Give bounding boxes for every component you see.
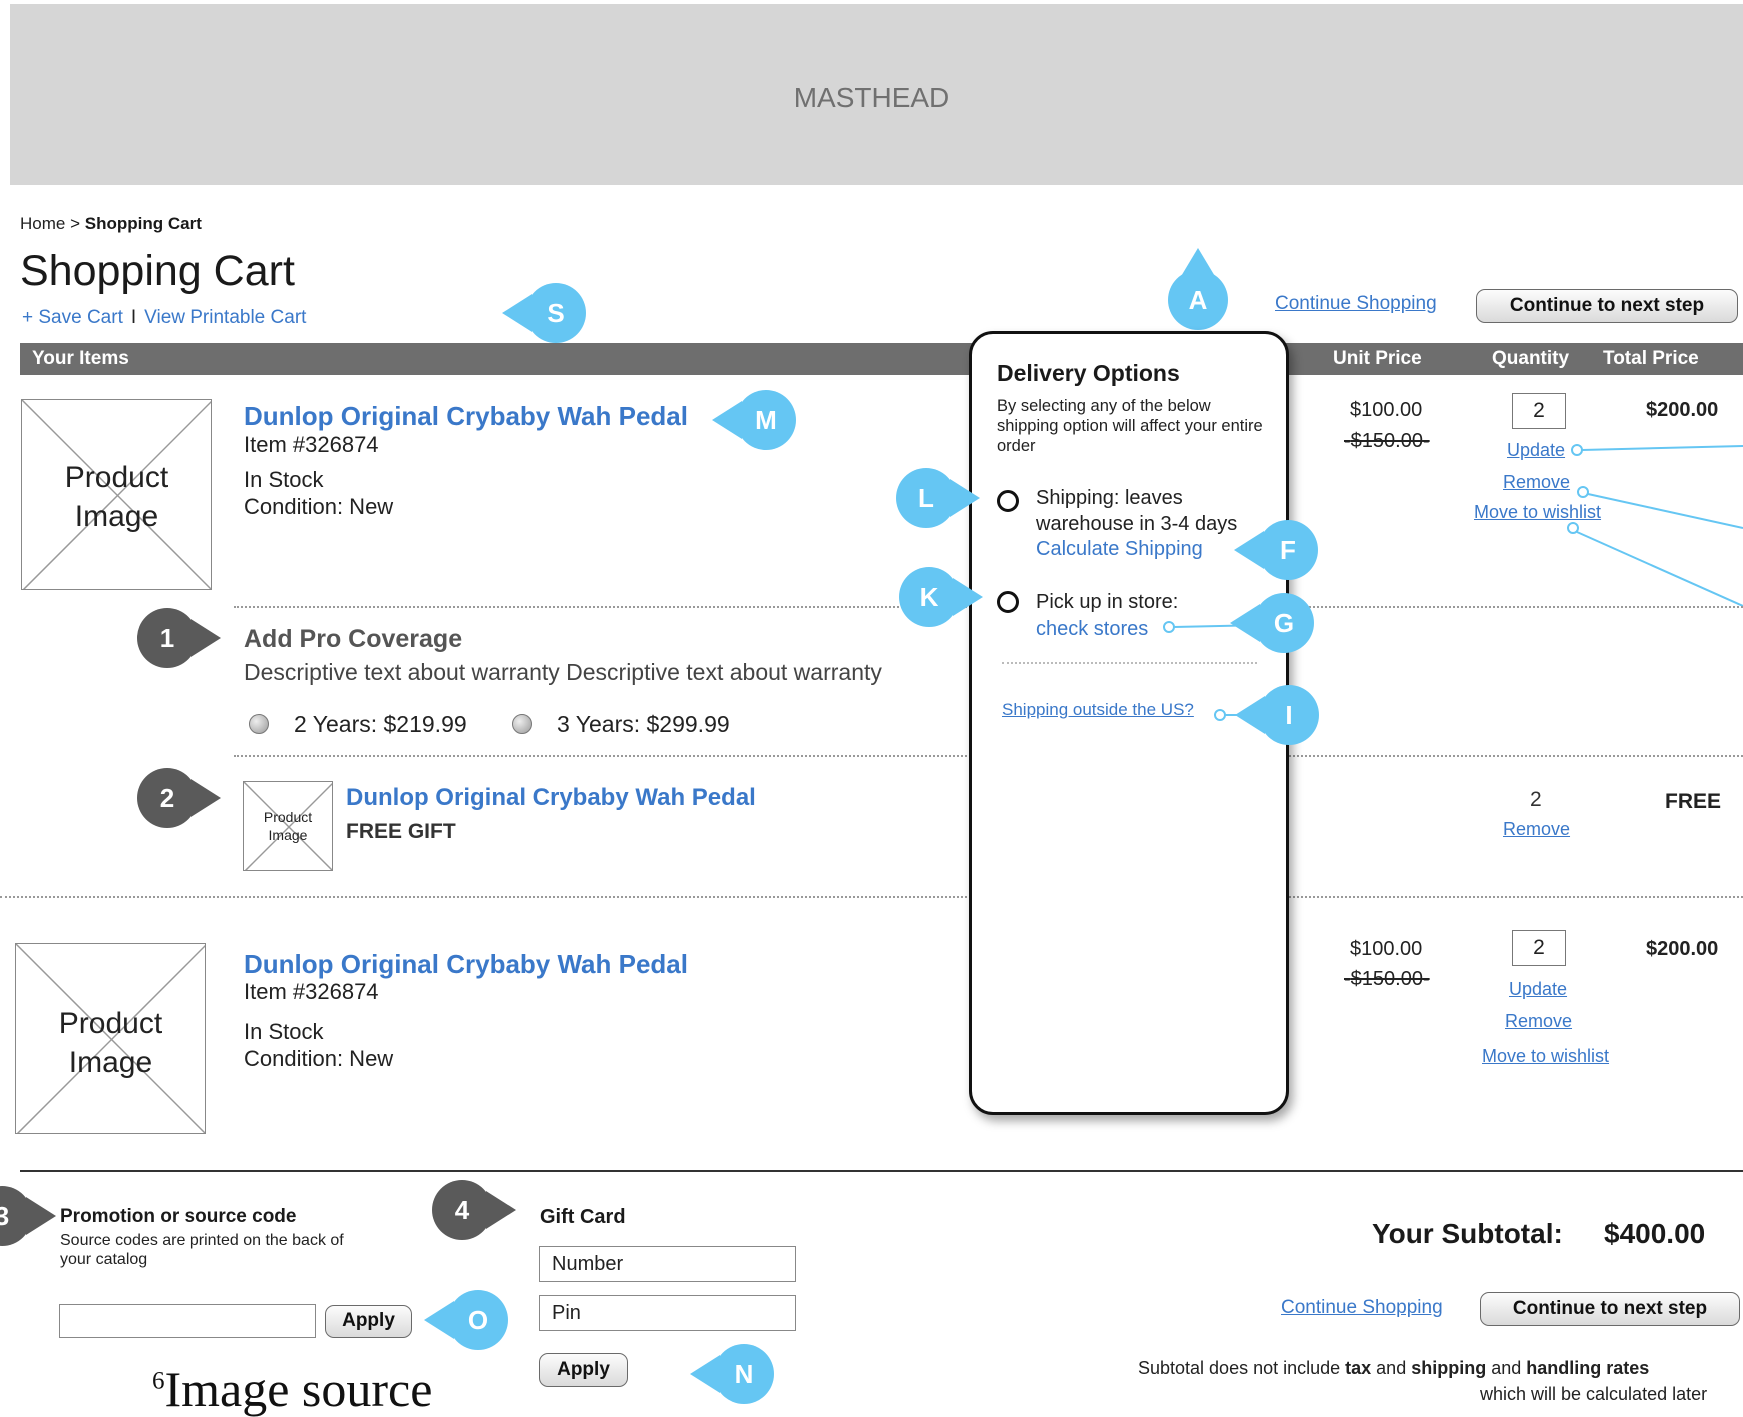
callout-3: 3 [0, 1186, 56, 1246]
old-price: -$150.00- [1344, 968, 1430, 990]
subtotal-label: Your Subtotal: [1372, 1218, 1563, 1249]
coverage-2yr-label: 2 Years: $219.99 [294, 711, 467, 737]
page-title: Shopping Cart [20, 247, 295, 295]
callout-a: A [1168, 248, 1228, 330]
move-to-wishlist-link[interactable]: Move to wishlist [1482, 1046, 1609, 1067]
link-separator: I [130, 307, 137, 328]
breadcrumb-current: Shopping Cart [84, 214, 202, 233]
divider [20, 1170, 1743, 1172]
callout-i: I [1235, 685, 1319, 745]
product-image-label: Product Image [58, 1007, 163, 1079]
items-table-header: Your Items Unit Price Quantity Total Pri… [20, 343, 1743, 375]
line-total: $200.00 [1646, 399, 1719, 421]
product-image-label: Product Image [64, 461, 169, 533]
gift-card-number-field[interactable]: Number [539, 1246, 796, 1282]
promo-code-input[interactable] [59, 1304, 316, 1338]
product-name-link[interactable]: Dunlop Original Crybaby Wah Pedal [244, 949, 688, 980]
delivery-description: By selecting any of the below shipping o… [997, 397, 1263, 455]
shipping-radio[interactable] [997, 490, 1019, 512]
item-condition: Condition: New [244, 1046, 394, 1071]
gift-product-image[interactable]: Product Image [243, 781, 333, 871]
save-cart-link[interactable]: + Save Cart [22, 307, 123, 328]
stock-status: In Stock [244, 467, 324, 492]
continue-next-step-button-top[interactable]: Continue to next step [1476, 289, 1738, 323]
product-image[interactable]: Product Image [15, 943, 206, 1134]
callout-4: 4 [432, 1180, 516, 1240]
coverage-title: Add Pro Coverage [244, 625, 463, 653]
product-name-link[interactable]: Dunlop Original Crybaby Wah Pedal [244, 401, 688, 432]
masthead: MASTHEAD [10, 4, 1743, 185]
product-image[interactable]: Product Image [21, 399, 212, 590]
check-stores-link[interactable]: check stores [1036, 618, 1148, 641]
item-condition: Condition: New [244, 494, 394, 519]
callout-g: G [1230, 593, 1314, 653]
header-unit-price: Unit Price [1333, 348, 1422, 369]
line-total: $200.00 [1646, 938, 1719, 960]
masthead-label: MASTHEAD [793, 82, 950, 113]
continue-shopping-link-top[interactable]: Continue Shopping [1275, 293, 1437, 315]
stock-status: In Stock [244, 1019, 324, 1044]
callout-l: L [896, 468, 980, 528]
unit-price: $100.00 [1350, 938, 1423, 960]
gift-total: FREE [1665, 790, 1722, 813]
quantity-input[interactable]: 2 [1512, 930, 1566, 966]
image-source-caption: 6Image source [152, 1361, 433, 1417]
breadcrumb-home[interactable]: Home [20, 214, 65, 233]
gift-card-apply-button[interactable]: Apply [539, 1353, 628, 1387]
subtotal-note: Subtotal does not include tax and shippi… [1138, 1358, 1650, 1378]
old-price: -$150.00- [1344, 430, 1430, 452]
continue-next-step-button-bottom[interactable]: Continue to next step [1480, 1292, 1740, 1326]
coverage-3yr-radio[interactable] [512, 714, 532, 734]
callout-k: K [899, 567, 983, 627]
header-total-price: Total Price [1603, 348, 1699, 369]
item-number: Item #326874 [244, 979, 379, 1004]
pickup-radio[interactable] [997, 591, 1019, 613]
callout-m: M [712, 390, 796, 450]
gift-card-pin-field[interactable]: Pin [539, 1295, 796, 1331]
callout-f: F [1234, 520, 1318, 580]
cart-actions: + Save Cart I View Printable Cart [22, 307, 306, 329]
breadcrumb: Home > Shopping Cart [20, 214, 202, 234]
quantity-input[interactable]: 2 [1512, 393, 1566, 429]
calculate-shipping-link[interactable]: Calculate Shipping [1036, 538, 1203, 561]
divider [0, 896, 1743, 898]
gift-remove-link[interactable]: Remove [1503, 819, 1570, 840]
item-number: Item #326874 [244, 432, 379, 457]
gift-product-name-link[interactable]: Dunlop Original Crybaby Wah Pedal [346, 784, 756, 812]
callout-n: N [690, 1344, 774, 1404]
promo-description: Source codes are printed on the back of y… [60, 1232, 344, 1269]
pickup-label: Pick up in store: [1036, 591, 1179, 613]
coverage-description: Descriptive text about warranty Descript… [244, 659, 882, 685]
header-quantity: Quantity [1492, 348, 1570, 369]
coverage-2yr-radio[interactable] [249, 714, 269, 734]
coverage-3yr-label: 3 Years: $299.99 [557, 711, 730, 737]
callout-o: O [424, 1290, 508, 1350]
update-link[interactable]: Update [1507, 440, 1565, 461]
promo-apply-button[interactable]: Apply [325, 1305, 412, 1338]
breadcrumb-separator: > [70, 214, 81, 233]
gift-image-label: Product Image [263, 809, 313, 844]
subtotal-value: $400.00 [1604, 1218, 1706, 1249]
remove-link[interactable]: Remove [1505, 1011, 1572, 1032]
callout-2: 2 [137, 768, 221, 828]
callout-1: 1 [137, 608, 221, 668]
callout-s: S [502, 283, 586, 343]
view-printable-cart-link[interactable]: View Printable Cart [144, 307, 306, 328]
unit-price: $100.00 [1350, 399, 1423, 421]
gift-quantity: 2 [1530, 788, 1542, 811]
shipping-option-label: Shipping: leaves warehouse in 3-4 days [1036, 487, 1238, 535]
annotation-connector-lines [1567, 444, 1743, 606]
free-gift-label: FREE GIFT [346, 820, 456, 843]
delivery-title: Delivery Options [997, 360, 1180, 386]
header-your-items: Your Items [32, 348, 129, 369]
update-link[interactable]: Update [1509, 979, 1567, 1000]
subtotal-note-line2: which will be calculated later [1480, 1384, 1708, 1404]
promo-title: Promotion or source code [60, 1206, 297, 1227]
continue-shopping-link-bottom[interactable]: Continue Shopping [1281, 1297, 1443, 1319]
gift-card-title: Gift Card [540, 1206, 626, 1228]
